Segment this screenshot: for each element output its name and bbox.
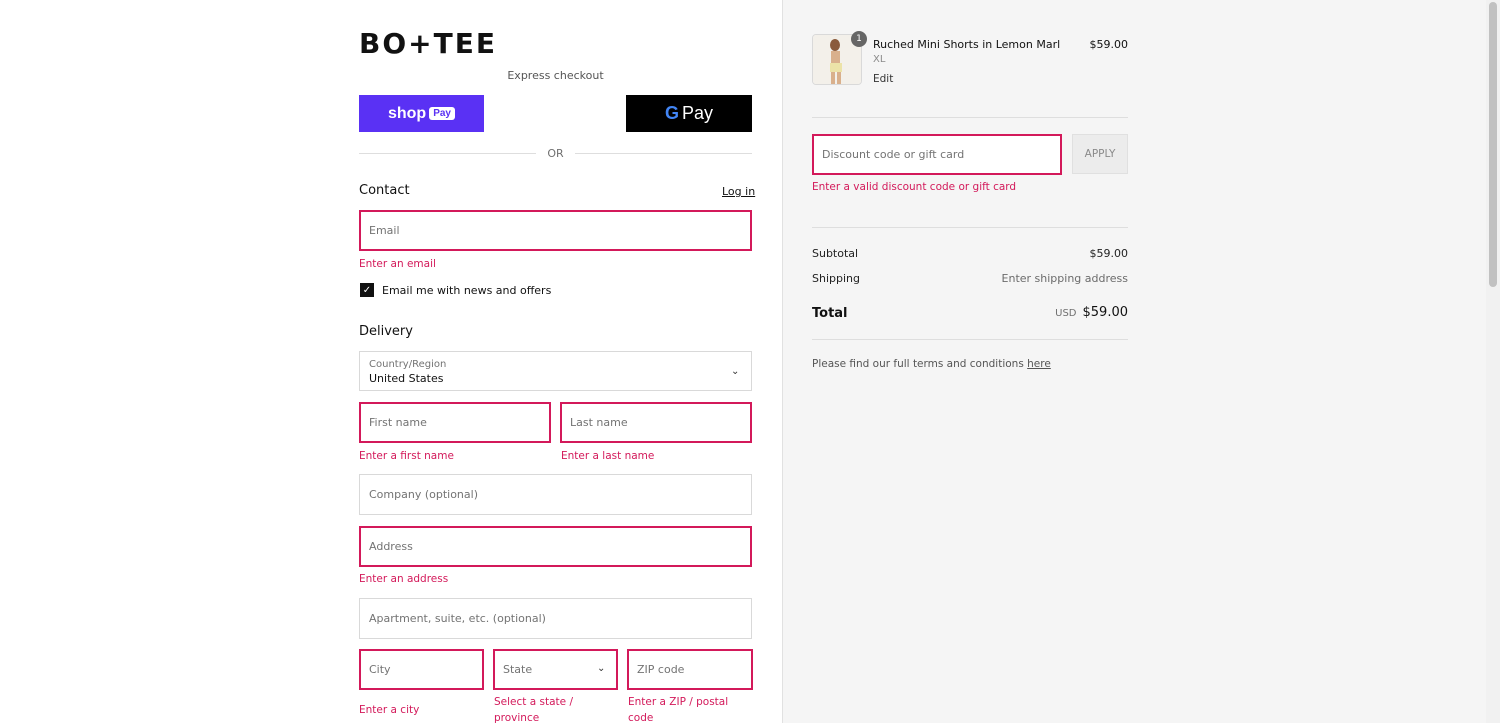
google-pay-label: Pay: [681, 103, 714, 123]
product-variant: XL: [873, 54, 886, 65]
product-name: Ruched Mini Shorts in Lemon Marl: [873, 38, 1061, 51]
summary-divider: [812, 117, 1128, 118]
summary-divider: [812, 339, 1128, 340]
newsletter-row[interactable]: ✓ Email me with news and offers: [360, 283, 551, 297]
divider-line-right: [575, 153, 752, 154]
brand-logo[interactable]: BO+TEE: [359, 27, 497, 60]
apartment-field[interactable]: Apartment, suite, etc. (optional): [359, 598, 752, 639]
address-field[interactable]: Address: [359, 526, 752, 567]
page-scrollbar[interactable]: [1486, 0, 1500, 723]
scrollbar-thumb[interactable]: [1489, 2, 1497, 287]
terms-note: Please find our full terms and condition…: [812, 358, 1051, 370]
product-price: $59.00: [1089, 38, 1129, 51]
newsletter-label: Email me with news and offers: [382, 283, 552, 297]
last-name-error: Enter a last name: [561, 450, 655, 462]
express-checkout-title: Express checkout: [507, 69, 604, 82]
shop-pay-chip: Pay: [429, 107, 455, 120]
summary-divider: [812, 227, 1128, 228]
subtotal-value: $59.00: [1089, 247, 1129, 260]
last-name-field[interactable]: Last name: [560, 402, 752, 443]
first-name-error: Enter a first name: [359, 450, 454, 462]
zip-field[interactable]: ZIP code: [627, 649, 753, 690]
country-label: Country/Region: [369, 359, 447, 370]
google-pay-button[interactable]: G Pay: [626, 95, 752, 132]
country-select[interactable]: Country/Region United States ⌄: [359, 351, 752, 391]
contact-heading: Contact: [359, 183, 410, 198]
google-g-icon: G: [664, 103, 679, 123]
total-amount: $59.00: [1082, 305, 1129, 320]
shipping-label: Shipping: [812, 272, 860, 285]
terms-link[interactable]: here: [1027, 358, 1051, 370]
discount-field[interactable]: Discount code or gift card: [812, 134, 1062, 175]
country-value: United States: [369, 372, 444, 385]
terms-text: Please find our full terms and condition…: [812, 358, 1024, 370]
total-currency: USD: [1055, 308, 1077, 319]
checkmark-icon[interactable]: ✓: [360, 283, 374, 297]
edit-item-link[interactable]: Edit: [873, 73, 893, 85]
or-divider: OR: [359, 147, 752, 161]
shipping-value: Enter shipping address: [1001, 272, 1128, 285]
zip-error: Enter a ZIP / postal code: [628, 696, 729, 723]
total-value: USD $59.00: [1055, 305, 1128, 320]
state-select[interactable]: State ⌄: [493, 649, 618, 690]
apply-discount-button[interactable]: APPLY: [1072, 134, 1128, 174]
city-field[interactable]: City: [359, 649, 484, 690]
shop-pay-label: shop: [387, 104, 427, 122]
shop-pay-button[interactable]: shop Pay: [359, 95, 484, 132]
first-name-field[interactable]: First name: [359, 402, 551, 443]
total-label: Total: [812, 306, 848, 321]
state-error: Select a state / province: [494, 696, 573, 723]
discount-error: Enter a valid discount code or gift card: [812, 181, 1017, 193]
chevron-down-icon: ⌄: [731, 366, 740, 377]
quantity-badge: 1: [851, 31, 867, 47]
city-error: Enter a city: [359, 704, 420, 716]
delivery-heading: Delivery: [359, 324, 413, 339]
company-field[interactable]: Company (optional): [359, 474, 752, 515]
email-field[interactable]: Email: [359, 210, 752, 251]
subtotal-label: Subtotal: [812, 247, 859, 260]
state-placeholder: State: [503, 663, 533, 676]
login-link[interactable]: Log in: [722, 185, 755, 198]
chevron-down-icon: ⌄: [597, 663, 606, 674]
email-error: Enter an email: [359, 258, 436, 270]
address-error: Enter an address: [359, 573, 449, 585]
